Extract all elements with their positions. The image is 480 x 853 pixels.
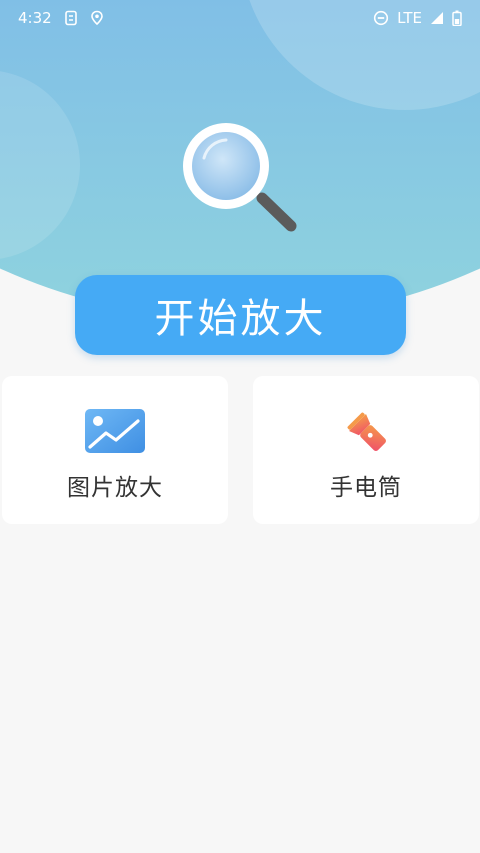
start-magnify-button[interactable]: 开始放大 <box>75 275 406 355</box>
magnifier-icon <box>178 120 302 236</box>
status-bar: 4:32 LTE <box>0 0 480 36</box>
status-left: 4:32 <box>18 9 104 27</box>
decor-circle <box>0 70 80 260</box>
flashlight-icon <box>338 406 394 456</box>
app-screen: 4:32 LTE 开始放大 图片放大 手电筒 <box>0 0 480 853</box>
location-icon <box>90 10 104 26</box>
start-magnify-label: 开始放大 <box>154 296 327 342</box>
feature-label: 手电筒 <box>330 475 402 501</box>
feature-card-image-zoom[interactable]: 图片放大 <box>2 376 228 524</box>
feature-label: 图片放大 <box>67 475 163 501</box>
sim-icon <box>64 10 78 26</box>
battery-icon <box>452 10 462 26</box>
signal-icon <box>430 11 444 25</box>
status-right: LTE <box>373 9 462 27</box>
do-not-disturb-icon <box>373 10 389 26</box>
network-label: LTE <box>397 9 422 27</box>
feature-card-flashlight[interactable]: 手电筒 <box>253 376 479 524</box>
image-icon <box>84 406 146 456</box>
status-time: 4:32 <box>18 9 52 27</box>
